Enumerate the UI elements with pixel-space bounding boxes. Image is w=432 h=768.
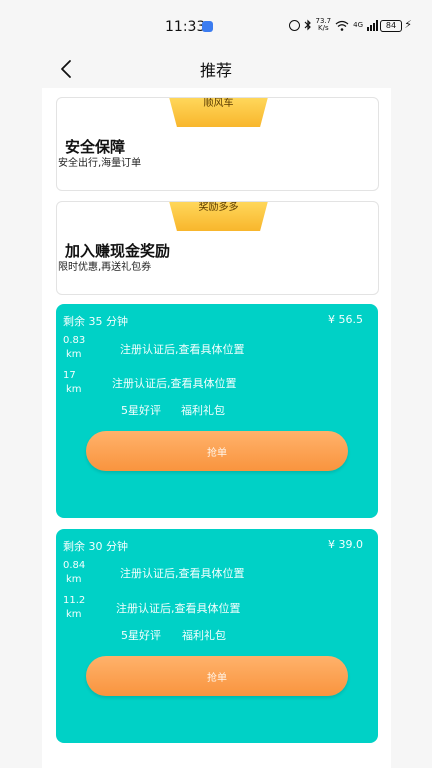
trip-distance-unit: km [66,609,82,620]
order-card[interactable]: 剩余 35 分钟 ¥ 56.5 0.83 km 注册认证后,查看具体位置 17 … [56,304,378,518]
trip-distance: 11.2 km [63,594,85,622]
wifi-icon [335,20,349,31]
pickup-distance-unit: km [66,574,82,585]
pickup-location: 注册认证后,查看具体位置 [120,567,245,580]
trip-distance: 17 km [63,369,82,397]
charging-icon: ⚡ [404,18,412,31]
signal-icon [367,19,378,31]
pickup-distance: 0.84 km [63,559,85,587]
remaining-time: 剩余 30 分钟 [63,540,128,553]
grab-order-label: 抢单 [207,448,227,459]
gift-tag: 福利礼包 [182,629,226,642]
page-margin-right [391,88,432,768]
promo-card-safety[interactable]: 顺风车 安全保障 安全出行,海量订单 [56,97,379,191]
page-title: 推荐 [199,61,232,80]
trip-distance-value: 17 [63,370,76,381]
rating-tag: 5星好评 [121,629,161,642]
rating-tag: 5星好评 [121,404,161,417]
status-time: 11:33 [165,19,206,35]
pickup-distance: 0.83 km [63,334,85,362]
network-speed: 73.7 K/s [316,18,332,32]
gift-tag: 福利礼包 [181,404,225,417]
trip-distance-value: 11.2 [63,595,86,606]
nav-bar: 推荐 [0,52,432,88]
promo-tab-label: 奖励多多 [198,202,239,213]
remaining-time: 剩余 35 分钟 [63,315,128,328]
status-bar: 11:33 73.7 K/s 4G 84 ⚡ [0,0,432,52]
promo-subtitle: 安全出行,海量订单 [58,158,142,169]
status-icons: 73.7 K/s 4G [288,18,378,32]
promo-tab-label: 顺风车 [203,98,234,109]
battery-icon: 84 [380,20,402,32]
app-notification-icon [202,21,213,32]
speed-unit: K/s [318,24,329,32]
order-price: ¥ 39.0 [328,538,363,551]
network-type: 4G [353,21,363,29]
grab-order-button[interactable]: 抢单 [86,656,348,696]
promo-subtitle: 限时优惠,再送礼包券 [58,262,152,273]
grab-order-button[interactable]: 抢单 [86,431,348,471]
pickup-location: 注册认证后,查看具体位置 [120,343,245,356]
order-card[interactable]: 剩余 30 分钟 ¥ 39.0 0.84 km 注册认证后,查看具体位置 11.… [56,529,378,743]
battery-level: 84 [385,21,397,30]
pickup-distance-value: 0.84 [63,560,86,571]
pickup-distance-unit: km [66,349,82,360]
dropoff-location: 注册认证后,查看具体位置 [116,602,241,615]
promo-card-rewards[interactable]: 奖励多多 加入赚现金奖励 限时优惠,再送礼包券 [56,201,379,295]
pickup-distance-value: 0.83 [63,335,86,346]
alarm-icon [288,19,300,31]
order-price: ¥ 56.5 [328,313,363,326]
trip-distance-unit: km [66,384,82,395]
page-margin-left [0,88,42,768]
bluetooth-icon [304,19,311,31]
dropoff-location: 注册认证后,查看具体位置 [112,377,237,390]
grab-order-label: 抢单 [207,673,227,684]
